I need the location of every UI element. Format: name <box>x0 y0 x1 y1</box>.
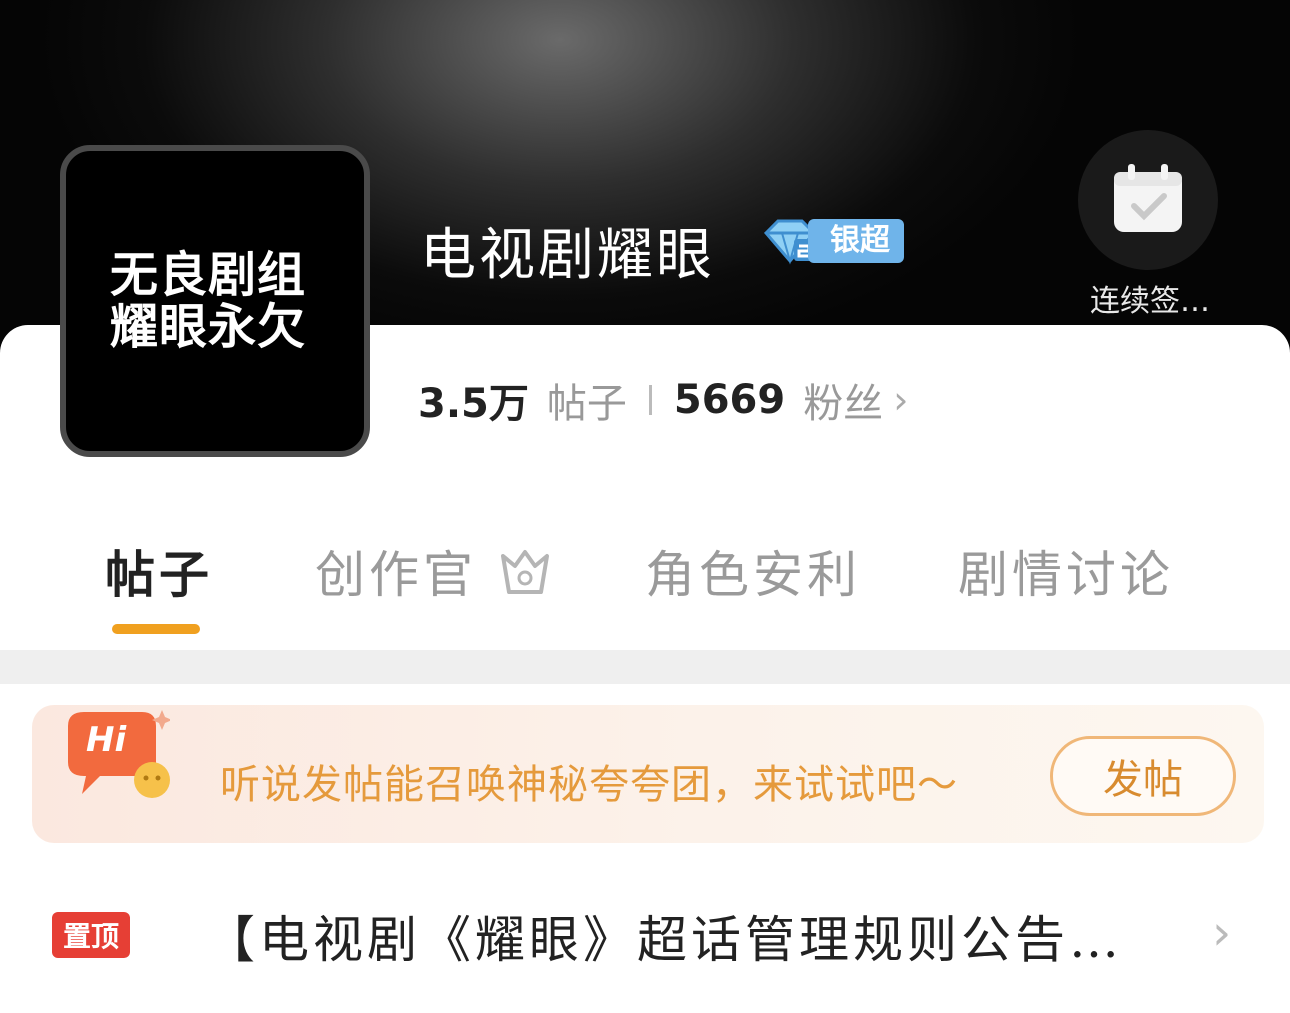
avatar[interactable]: 无良剧组 耀眼永欠 <box>60 145 370 457</box>
level-label: 银超 <box>808 219 904 263</box>
posts-label: 帖子 <box>546 381 627 427</box>
active-tab-indicator <box>112 624 200 634</box>
tab-plot-discussion[interactable]: 剧情讨论 <box>958 535 1174 607</box>
tab-posts[interactable]: 帖子 <box>105 535 213 607</box>
fans-label: 粉丝 <box>803 381 884 427</box>
section-divider <box>0 650 1290 684</box>
checkin-button[interactable] <box>1078 130 1218 270</box>
page-title: 电视剧耀眼 <box>420 223 715 288</box>
tab-bar: 帖子 创作官 角色安利 剧情讨论 <box>0 535 1290 615</box>
fans-count: 5669 <box>673 377 786 423</box>
tab-creator[interactable]: 创作官 <box>315 535 553 610</box>
avatar-text-line2: 耀眼永欠 <box>110 299 307 355</box>
hi-bubble-icon: Hi <box>60 706 172 802</box>
level-badge[interactable]: 银超 <box>758 215 914 267</box>
avatar-text: 无良剧组 耀眼永欠 <box>110 249 320 353</box>
checkin-label: 连续签… <box>1090 284 1210 319</box>
calendar-check-icon <box>1110 160 1186 240</box>
post-button[interactable]: 发帖 <box>1050 736 1236 816</box>
posts-count: 3.5万 <box>418 381 529 427</box>
tab-character[interactable]: 角色安利 <box>645 535 861 607</box>
chevron-right-icon[interactable]: › <box>1212 905 1231 961</box>
stats-row[interactable]: 3.5万 帖子 5669 粉丝 › <box>418 372 908 428</box>
chevron-right-icon: › <box>893 378 909 422</box>
avatar-text-line1: 无良剧组 <box>110 247 307 303</box>
banner-text: 听说发帖能召唤神秘夸夸团，来试试吧～ <box>220 762 958 808</box>
pinned-post-title[interactable]: 【电视剧《耀眼》超话管理规则公告… <box>205 900 1123 972</box>
tab-creator-label: 创作官 <box>315 546 477 604</box>
stats-divider <box>648 385 652 415</box>
pinned-badge: 置顶 <box>52 912 130 958</box>
creator-badge-icon <box>497 548 553 610</box>
hi-label: Hi <box>86 720 127 760</box>
